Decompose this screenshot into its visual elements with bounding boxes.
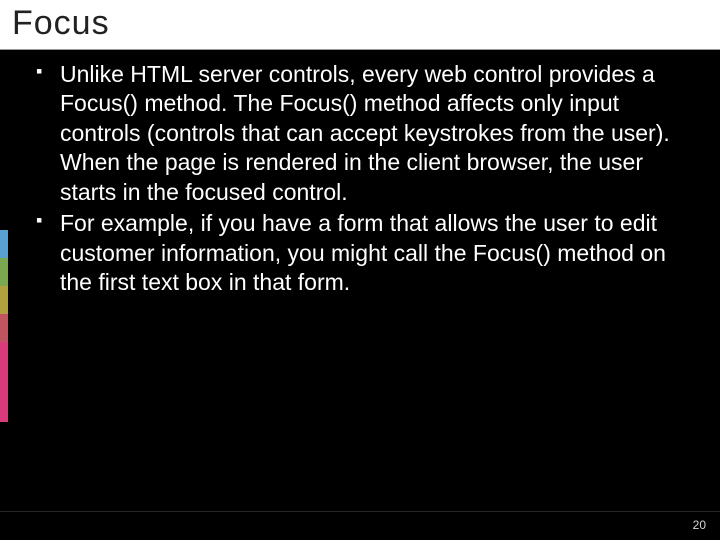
accent-stripe: [0, 258, 8, 286]
accent-stripe: [0, 286, 8, 314]
accent-stripe: [0, 314, 8, 342]
slide-content: Unlike HTML server controls, every web c…: [0, 50, 720, 298]
slide-title: Focus: [12, 4, 720, 43]
list-item: For example, if you have a form that all…: [60, 209, 680, 297]
list-item: Unlike HTML server controls, every web c…: [60, 60, 680, 207]
accent-stripe: [0, 230, 8, 258]
page-number: 20: [693, 518, 706, 532]
footer-divider: [0, 511, 720, 512]
accent-stripe: [0, 342, 8, 422]
title-bar: Focus: [0, 0, 720, 50]
bullet-list: Unlike HTML server controls, every web c…: [60, 60, 680, 298]
accent-color-bar: [0, 230, 8, 422]
